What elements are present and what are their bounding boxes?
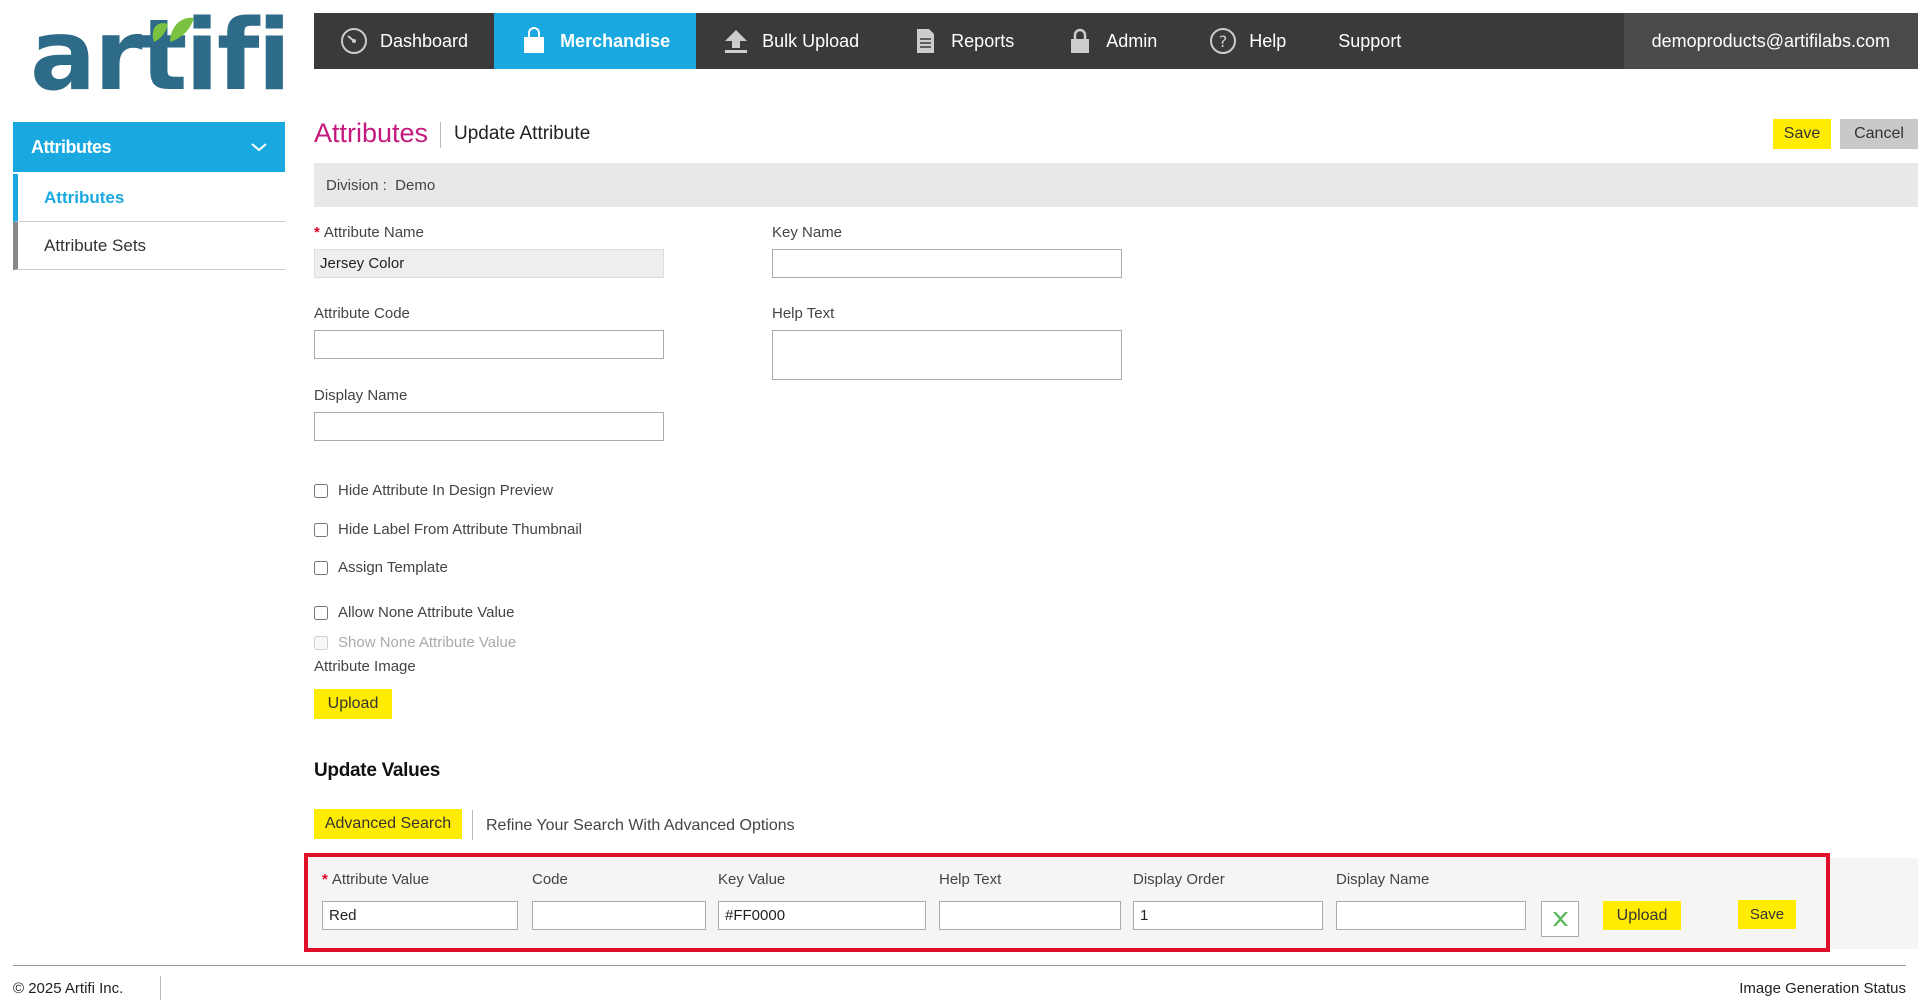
code-label: Code: [532, 871, 568, 888]
checkbox[interactable]: [314, 522, 328, 537]
help-text-field[interactable]: [939, 901, 1121, 930]
excel-import-button[interactable]: [1541, 901, 1579, 937]
nav-help-label: Help: [1249, 30, 1287, 51]
division-label: Division : Demo: [326, 176, 436, 194]
assign-template-checkbox[interactable]: Assign Template: [314, 559, 448, 576]
attribute-image-label: Attribute Image: [314, 658, 416, 675]
page-title: Attributes: [314, 118, 429, 148]
lock-icon: [1071, 28, 1090, 53]
user-email: demoproducts@artifilabs.com: [1651, 30, 1890, 51]
required-asterisk: *: [322, 871, 328, 888]
division-bar: Division : Demo: [314, 163, 1918, 207]
key-name-field[interactable]: [772, 249, 1122, 278]
required-asterisk: *: [314, 224, 320, 241]
nav-admin-label: Admin: [1106, 30, 1158, 51]
footer-separator: [160, 976, 161, 1000]
shopping-bag-icon: [524, 27, 545, 53]
nav-bulk-upload[interactable]: Bulk Upload: [696, 13, 885, 69]
save-button[interactable]: Save: [1773, 119, 1831, 149]
image-generation-status-link[interactable]: Image Generation Status: [1739, 980, 1906, 997]
code-field[interactable]: [532, 901, 706, 930]
upload-attribute-image-button[interactable]: Upload: [314, 689, 392, 719]
display-name-label: Display Name: [1336, 871, 1430, 888]
show-none-attribute-value-checkbox: Show None Attribute Value: [314, 634, 516, 651]
allow-none-attribute-value-checkbox[interactable]: Allow None Attribute Value: [314, 604, 515, 621]
sidebar-header-label: Attributes: [31, 136, 112, 157]
display-name-field[interactable]: [314, 412, 664, 441]
title-divider: [440, 122, 441, 148]
update-values-heading: Update Values: [314, 760, 440, 781]
page-subtitle: Update Attribute: [454, 123, 591, 144]
nav-support-label: Support: [1338, 30, 1402, 51]
checkbox[interactable]: [314, 483, 328, 498]
top-navigation: Dashboard Merchandise Bulk Upload Report…: [314, 13, 1918, 69]
hide-attribute-design-preview-checkbox[interactable]: Hide Attribute In Design Preview: [314, 482, 553, 499]
attribute-code-label: Attribute Code: [314, 305, 410, 322]
advanced-search-divider: [472, 810, 473, 840]
key-name-label: Key Name: [772, 224, 843, 241]
copyright-text: © 2025 Artifi Inc.: [13, 980, 124, 997]
display-order-label: Display Order: [1133, 871, 1225, 888]
display-order-field[interactable]: [1133, 901, 1323, 930]
nav-reports[interactable]: Reports: [885, 13, 1040, 69]
sidebar-item-label: Attribute Sets: [44, 235, 147, 255]
key-value-label: Key Value: [718, 871, 786, 888]
checkbox[interactable]: [314, 560, 328, 575]
nav-dashboard[interactable]: Dashboard: [314, 13, 494, 69]
value-row-background: [1830, 858, 1918, 949]
nav-admin[interactable]: Admin: [1040, 13, 1183, 69]
dashboard-gauge-icon: [341, 28, 367, 54]
nav-support[interactable]: Support: [1312, 13, 1427, 69]
artifi-logo[interactable]: artifi: [30, 7, 291, 105]
advanced-search-hint: Refine Your Search With Advanced Options: [486, 817, 795, 834]
help-text-label: Help Text: [939, 871, 1002, 888]
advanced-search-button[interactable]: Advanced Search: [314, 809, 462, 839]
hide-label-thumbnail-checkbox[interactable]: Hide Label From Attribute Thumbnail: [314, 521, 582, 538]
attribute-value-field[interactable]: [322, 901, 518, 930]
attribute-value-label: * Attribute Value: [322, 871, 430, 888]
cancel-button[interactable]: Cancel: [1840, 119, 1918, 149]
save-value-button[interactable]: Save: [1738, 900, 1796, 929]
help-text-field[interactable]: [772, 330, 1122, 380]
user-account-menu[interactable]: demoproducts@artifilabs.com: [1623, 13, 1918, 69]
nav-reports-label: Reports: [951, 30, 1015, 51]
leaf-icon: [152, 17, 194, 42]
nav-help[interactable]: ? Help: [1183, 13, 1312, 69]
nav-merchandise[interactable]: Merchandise: [494, 13, 697, 69]
attribute-code-field[interactable]: [314, 330, 664, 359]
upload-value-button[interactable]: Upload: [1603, 901, 1681, 930]
question-circle-icon: ?: [1210, 28, 1237, 54]
document-icon: [917, 29, 935, 53]
sidebar-section-attributes[interactable]: Attributes: [13, 122, 285, 172]
excel-icon: [1553, 912, 1568, 926]
checkbox: [314, 635, 328, 650]
attribute-value-row: * Attribute Value Code Key Value Help Tex…: [304, 853, 1830, 952]
display-name-label: Display Name: [314, 387, 408, 404]
checkbox[interactable]: [314, 605, 328, 620]
upload-arrow-icon: [725, 30, 748, 53]
help-text-label: Help Text: [772, 305, 835, 322]
footer-divider: [13, 965, 1906, 966]
attribute-name-label: * Attribute Name: [314, 224, 424, 241]
nav-dashboard-label: Dashboard: [380, 30, 469, 51]
display-name-field[interactable]: [1336, 901, 1526, 930]
attribute-name-field[interactable]: [314, 249, 664, 278]
sidebar-item-label: Attributes: [44, 187, 125, 207]
chevron-down-icon: [251, 143, 267, 152]
sidebar-item-attributes[interactable]: Attributes: [13, 174, 285, 222]
nav-bulk-upload-label: Bulk Upload: [762, 30, 860, 51]
svg-text:?: ?: [1219, 32, 1228, 51]
sidebar-item-attribute-sets[interactable]: Attribute Sets: [13, 222, 285, 270]
nav-merchandise-label: Merchandise: [560, 30, 671, 51]
key-value-field[interactable]: [718, 901, 926, 930]
